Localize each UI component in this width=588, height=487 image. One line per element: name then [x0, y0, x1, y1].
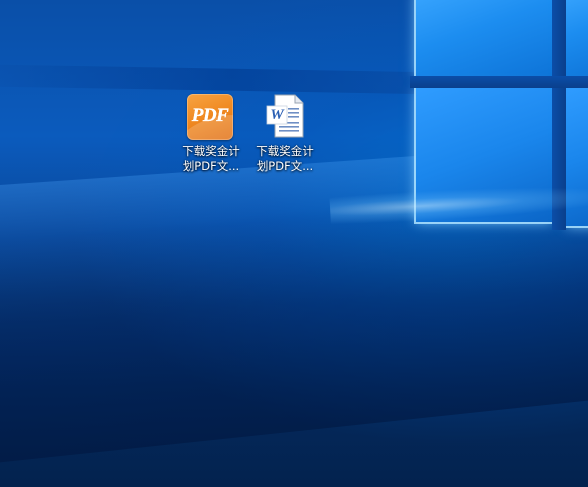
label-line-2: 划PDF文... [182, 159, 240, 173]
label-line-1: 下载奖金计 [256, 144, 314, 158]
label-line-1: 下载奖金计 [182, 144, 240, 158]
wallpaper-window-pane [566, 0, 588, 78]
desktop-shortcut-label[interactable]: 下载奖金计 划PDF文... [250, 144, 320, 174]
pdf-reader-icon[interactable]: PDF [187, 92, 235, 140]
word-badge-text: W [270, 107, 284, 123]
desktop-shortcut-word[interactable]: W 下载奖金计 划PDF文... [250, 92, 320, 174]
desktop-shortcut-pdf[interactable]: PDF 下载奖金计 划PDF文... [176, 92, 246, 174]
desktop-background: PDF 下载奖金计 划PDF文... W 下载奖金计 划PDF文... [0, 0, 588, 487]
wallpaper-window-pane [416, 0, 552, 76]
wallpaper-window-frame [410, 76, 588, 88]
desktop-shortcut-label[interactable]: 下载奖金计 划PDF文... [176, 144, 246, 174]
pdf-badge-text: PDF [191, 105, 229, 126]
word-document-icon[interactable]: W [261, 92, 309, 140]
label-line-2: 划PDF文... [256, 159, 314, 173]
